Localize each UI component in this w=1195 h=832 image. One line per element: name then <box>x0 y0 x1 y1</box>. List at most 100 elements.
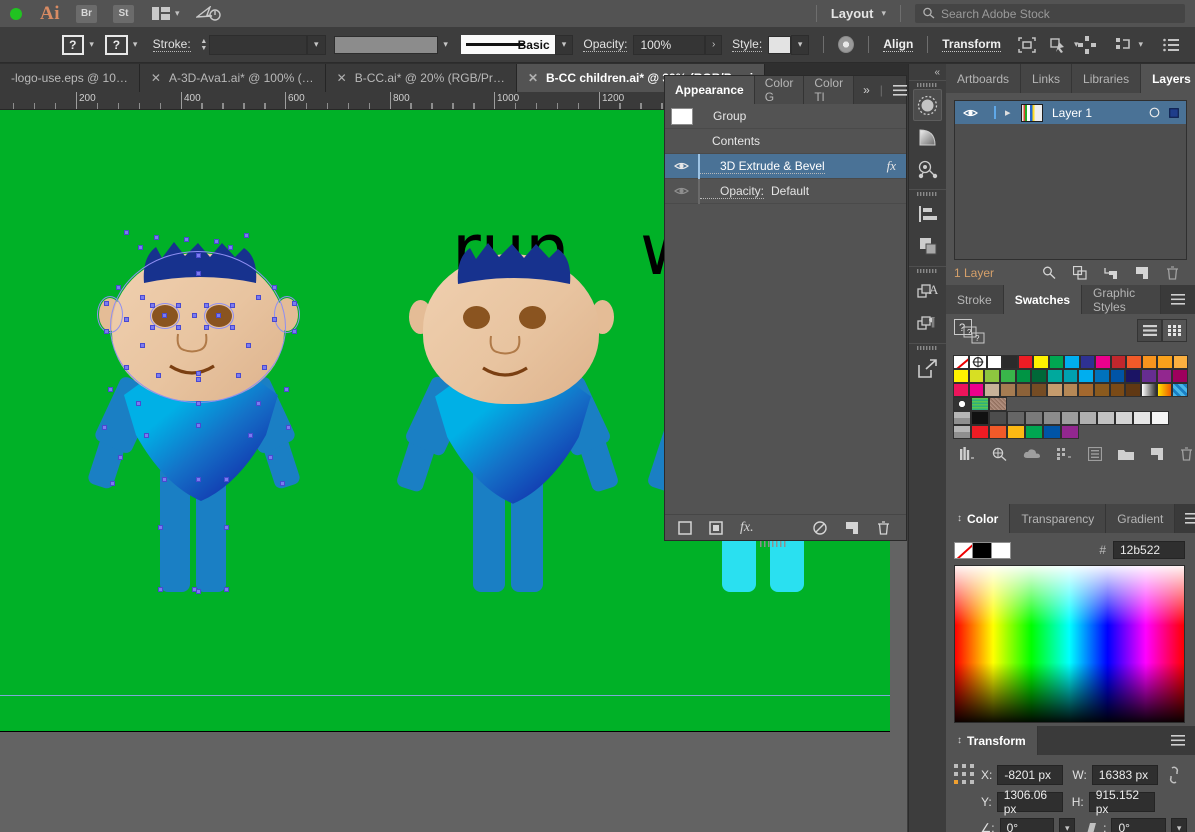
anchor-point[interactable] <box>124 317 129 322</box>
expand-layer-icon[interactable]: ▸ <box>1005 106 1021 119</box>
h-input[interactable]: 915.152 px <box>1088 788 1155 816</box>
transform-button[interactable]: Transform <box>942 37 1001 52</box>
duplicate-item-icon[interactable] <box>845 521 859 535</box>
anchor-point[interactable] <box>248 433 253 438</box>
anchor-point[interactable] <box>272 317 277 322</box>
swatch[interactable] <box>968 383 985 397</box>
swatch[interactable] <box>1047 369 1063 383</box>
swatch[interactable] <box>989 425 1007 439</box>
clear-appearance-icon[interactable] <box>813 520 827 535</box>
anchor-point[interactable] <box>110 481 115 486</box>
tutorials-button[interactable] <box>195 5 222 22</box>
swatch[interactable] <box>1115 411 1133 425</box>
swatch[interactable] <box>953 383 969 397</box>
drag-grip[interactable] <box>909 81 946 89</box>
swatch[interactable] <box>1015 383 1032 397</box>
swatch[interactable] <box>986 355 1002 369</box>
anchor-point[interactable] <box>104 329 109 334</box>
anchor-point[interactable] <box>162 313 167 318</box>
tab-stroke[interactable]: Stroke <box>946 285 1004 314</box>
anchor-point[interactable] <box>116 285 121 290</box>
opacity-label[interactable]: Opacity: <box>583 37 628 52</box>
anchor-point[interactable] <box>158 587 163 592</box>
swatch[interactable] <box>1079 355 1095 369</box>
anchor-point[interactable] <box>256 401 261 406</box>
create-new-layer-icon[interactable] <box>1135 266 1149 280</box>
stroke-weight-stepper[interactable]: ▲ ▼ <box>199 35 209 55</box>
figure-child-second[interactable] <box>395 228 620 592</box>
anchor-point[interactable] <box>228 245 233 250</box>
swatch[interactable] <box>1172 383 1189 397</box>
unlink-proportions-icon[interactable] <box>1167 766 1181 784</box>
anchor-point[interactable] <box>196 377 201 382</box>
anchor-point[interactable] <box>158 525 163 530</box>
new-color-group-icon[interactable] <box>1118 448 1134 461</box>
anchor-point[interactable] <box>150 303 155 308</box>
tab-gradient[interactable]: Gradient <box>1106 504 1176 533</box>
document-tab[interactable]: -logo-use.eps @ 10… <box>0 64 140 92</box>
stroke-weight-input[interactable] <box>208 34 307 55</box>
swatch[interactable] <box>968 369 985 383</box>
symbols-icon[interactable] <box>909 153 946 185</box>
swatch[interactable] <box>1031 369 1048 383</box>
close-icon[interactable]: ✕ <box>528 71 538 85</box>
anchor-point[interactable] <box>176 303 181 308</box>
tab-transform[interactable]: ↕ Transform <box>946 726 1038 755</box>
w-input[interactable]: 16383 px <box>1091 765 1158 785</box>
swatches-grid[interactable] <box>946 349 1195 439</box>
swatch[interactable] <box>1156 383 1173 397</box>
anchor-point[interactable] <box>184 237 189 242</box>
style-dropdown[interactable]: ▾ <box>790 34 810 55</box>
arrange-icon[interactable]: ▾ <box>1116 37 1143 53</box>
swatch[interactable] <box>1061 425 1079 439</box>
anchor-point[interactable] <box>140 343 145 348</box>
appearance-row-contents[interactable]: Contents <box>665 129 906 154</box>
swatch[interactable] <box>1000 369 1016 383</box>
tab-color-themes[interactable]: Color Tl <box>804 76 855 104</box>
create-sublayer-icon[interactable] <box>1104 266 1118 280</box>
tab-appearance[interactable]: Appearance <box>665 76 755 104</box>
grid-view-icon[interactable] <box>1162 319 1187 342</box>
drag-grip[interactable] <box>909 190 946 198</box>
close-icon[interactable]: ✕ <box>151 71 161 85</box>
panel-menu-icon[interactable] <box>1161 285 1195 314</box>
hex-input[interactable]: 12b522 <box>1113 541 1185 559</box>
anchor-point[interactable] <box>280 481 285 486</box>
swatch[interactable] <box>1078 383 1095 397</box>
isolate-selection-icon[interactable] <box>1017 36 1037 54</box>
angle-dropdown[interactable]: ▾ <box>1059 818 1076 832</box>
swatch[interactable] <box>1110 355 1126 369</box>
fill-dropdown-arrow[interactable]: ▾ <box>84 35 99 55</box>
swatch[interactable] <box>1033 355 1049 369</box>
swatch-libraries-icon[interactable] <box>960 447 976 461</box>
graphic-style-swatch[interactable] <box>768 35 791 54</box>
delete-item-icon[interactable] <box>877 520 890 535</box>
figure-child-selected[interactable] <box>86 225 306 594</box>
visibility-toggle[interactable] <box>665 186 698 196</box>
tab-artboards[interactable]: Artboards <box>946 64 1022 93</box>
anchor-point[interactable] <box>196 371 201 376</box>
brush-dropdown[interactable]: ▾ <box>554 34 574 55</box>
align-button[interactable]: Align <box>883 37 914 52</box>
swatch[interactable] <box>1025 425 1043 439</box>
swatch[interactable] <box>1109 369 1126 383</box>
cc-library-icon[interactable] <box>1023 448 1041 460</box>
anchor-point[interactable] <box>214 239 219 244</box>
anchor-point[interactable] <box>196 253 201 258</box>
swatch[interactable] <box>1002 355 1018 369</box>
color-guide-icon[interactable] <box>913 89 942 121</box>
pathfinder-icon[interactable] <box>909 230 946 262</box>
fill-swatch[interactable] <box>671 107 693 125</box>
color-themes-icon[interactable] <box>992 447 1007 461</box>
anchor-point[interactable] <box>196 589 201 594</box>
options-list-icon[interactable] <box>1163 38 1180 52</box>
swatch[interactable] <box>1097 411 1115 425</box>
delete-layer-icon[interactable] <box>1166 266 1179 280</box>
arrange-documents-button[interactable]: ▾ <box>152 7 180 20</box>
swatch[interactable] <box>1017 355 1033 369</box>
anchor-point[interactable] <box>156 373 161 378</box>
recolor-artwork-icon[interactable] <box>838 36 855 53</box>
list-view-icon[interactable] <box>1137 319 1162 342</box>
anchor-point[interactable] <box>108 387 113 392</box>
selection-indicator[interactable] <box>1169 107 1179 118</box>
